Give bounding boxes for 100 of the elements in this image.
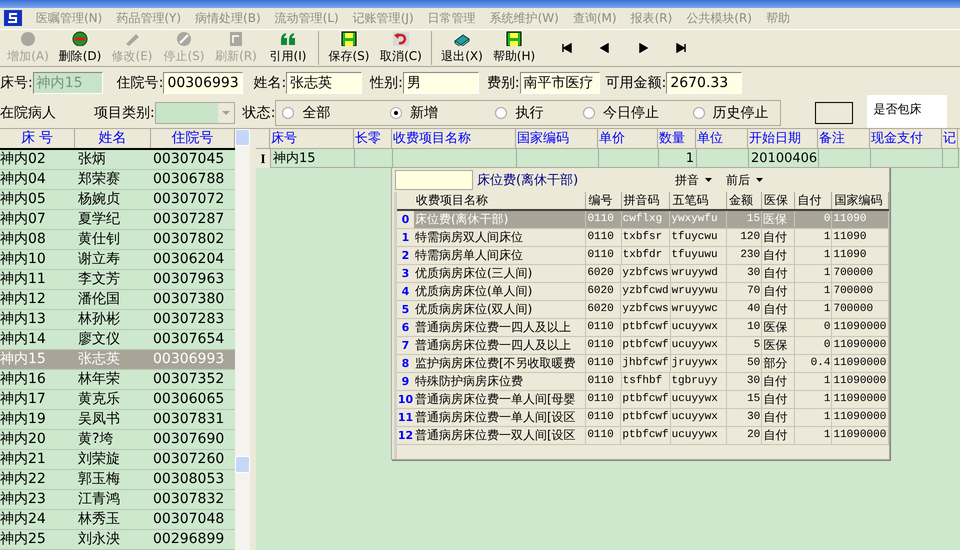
column-header[interactable]: 拼音码 xyxy=(622,192,670,210)
radio-button[interactable] xyxy=(692,107,705,120)
radio-button[interactable] xyxy=(282,107,294,120)
item-row[interactable]: 1 特需病房双人间床位 0110 txbfsr tfuycwu 120 自付 1 11090 xyxy=(397,229,889,248)
patient-row[interactable]: 神内17 黄克乐 00306065 xyxy=(0,390,235,410)
patient-row[interactable]: 神内02 张炳 00307045 xyxy=(0,150,235,170)
column-header[interactable]: 医保 xyxy=(762,192,796,210)
patient-row[interactable]: 神内25 刘永泱 00296899 xyxy=(0,530,235,550)
column-header[interactable]: 床 号 xyxy=(0,129,75,148)
item-row[interactable]: 2 特需病房单人间床位 0110 txbfdr tfuyuwu 230 自付 1 11090 xyxy=(397,247,889,266)
column-header[interactable]: 金额 xyxy=(726,192,762,210)
patient-row[interactable]: 神内05 杨婉贞 00307072 xyxy=(0,190,235,210)
radio-label[interactable]: 执行 xyxy=(515,104,544,122)
caret-icon xyxy=(705,178,712,182)
patient-row[interactable]: 神内04 郑荣赛 00306788 xyxy=(0,170,235,190)
toolbar-button[interactable]: 取消(C) xyxy=(375,31,427,66)
scroll-up-button[interactable] xyxy=(235,129,250,146)
field-label: 住院号: xyxy=(116,74,164,92)
patient-row[interactable]: 神内07 夏学纪 00307287 xyxy=(0,210,235,230)
text-field[interactable]: 男 xyxy=(402,72,479,94)
sort-dropdown[interactable]: 前后 xyxy=(720,172,769,189)
item-row[interactable]: 3 优质病房床位(三人间) 6020 yzbfcws wruyywd 30 自付 1 700000 xyxy=(397,265,889,284)
field-label: 项目类别: xyxy=(94,104,155,122)
column-header[interactable]: 国家编码 xyxy=(516,129,598,148)
column-header[interactable]: 收费项目名称 xyxy=(392,129,516,148)
scrollbar[interactable] xyxy=(235,129,250,550)
caret-icon xyxy=(218,103,234,124)
app-logo-icon xyxy=(4,10,22,26)
column-header[interactable]: 国家编码 xyxy=(832,192,889,210)
column-header[interactable]: 编号 xyxy=(586,192,622,210)
item-row[interactable]: 8 监护病房床位费[不另收取暖费 0110 jhbfcwf jruyywx 50 部分 0.4 11090000 xyxy=(397,355,889,374)
bed-pack-box[interactable] xyxy=(815,102,854,124)
radio-button[interactable] xyxy=(495,107,508,120)
column-header[interactable]: 记 xyxy=(942,129,958,148)
scroll-thumb[interactable] xyxy=(235,456,250,474)
item-row[interactable]: 5 优质病房床位(双人间) 6020 yzbfcws wruyywc 40 自付 1 700000 xyxy=(397,301,889,320)
text-field[interactable]: 00306993 xyxy=(163,72,244,94)
column-header[interactable]: 姓名 xyxy=(75,129,151,148)
field-label: 可用金额: xyxy=(606,74,666,92)
toolbar-button[interactable]: 删除(D) xyxy=(54,31,106,66)
patient-row[interactable]: 神内12 潘伦国 00307380 xyxy=(0,290,235,310)
column-header[interactable]: 现金支付 xyxy=(870,129,942,148)
sort-dropdown[interactable]: 拼音 xyxy=(669,172,718,189)
refresh-icon xyxy=(227,31,245,46)
patient-row[interactable]: 神内16 林年荣 00307352 xyxy=(0,370,235,390)
patient-row[interactable]: 神内08 黄仕钊 00307802 xyxy=(0,230,235,250)
column-header[interactable]: 备注 xyxy=(818,129,870,148)
column-header[interactable]: 单价 xyxy=(598,129,658,148)
item-row[interactable]: 7 普通病房床位费一四人及以上 0110 ptbfcwf ucuyywx 5 医保 0 11090000 xyxy=(397,337,889,356)
toolbar-button[interactable]: 帮助(H) xyxy=(488,31,540,66)
radio-label[interactable]: 全部 xyxy=(302,104,330,122)
text-field[interactable]: 南平市医疗 xyxy=(520,72,600,94)
column-header[interactable]: 开始日期 xyxy=(748,129,818,148)
column-header[interactable]: 自付 xyxy=(795,192,832,210)
column-header[interactable]: 收费项目名称 xyxy=(414,192,586,210)
last-record-icon xyxy=(676,43,686,54)
row-marker: I xyxy=(256,149,271,168)
first-record-icon xyxy=(562,43,572,54)
item-row[interactable]: 12 普通病房床位费一双人间[设区 0110 ptbfcwf ucuyywx 20 自付 1 11090000 xyxy=(397,427,889,446)
field-label: 性别: xyxy=(370,74,403,92)
current-item-label: 床位费(离休干部) xyxy=(476,172,580,190)
column-header[interactable]: 数量 xyxy=(658,129,696,148)
patient-row[interactable]: 神内21 刘荣旋 00307260 xyxy=(0,450,235,470)
item-row[interactable]: 0 床位费(离休干部) 0110 cwflxg ywxywfu 15 医保 0 11090 xyxy=(397,211,889,230)
item-row[interactable]: 11 普通病房床位费一单人间[设区 0110 ptbfcwf ucuyywx 30 自付 1 11090000 xyxy=(397,409,889,428)
column-header[interactable]: 床号 xyxy=(270,129,354,148)
section-label: 在院病人 xyxy=(0,104,56,122)
column-header[interactable]: 五笔码 xyxy=(670,192,727,210)
item-row[interactable]: 6 普通病房床位费一四人及以上 0110 ptbfcwf ucuyywx 10 医保 0 11090000 xyxy=(397,319,889,338)
table-cell: 神内15 xyxy=(271,149,355,168)
patient-row[interactable]: 神内11 李文芳 00307963 xyxy=(0,270,235,290)
patient-row[interactable]: 神内22 郭玉梅 00308053 xyxy=(0,470,235,490)
item-row[interactable]: 9 特殊防护病房床位费 0110 tsfhbf tgbruyy 30 自付 1 11090000 xyxy=(397,373,889,392)
text-field[interactable]: 张志英 xyxy=(286,72,362,94)
item-row[interactable]: 4 优质病房床位(单人间) 6020 yzbfcwd wruyywu 70 自付 1 700000 xyxy=(397,283,889,302)
toolbar-button[interactable]: 退出(X) xyxy=(436,31,488,66)
patient-row[interactable]: 神内19 吴凤书 00307831 xyxy=(0,410,235,430)
field-label: 费别: xyxy=(486,74,520,92)
category-dropdown[interactable] xyxy=(154,102,235,124)
stop-icon xyxy=(175,31,193,46)
column-header[interactable]: 长零 xyxy=(354,129,392,148)
circle-icon xyxy=(19,31,37,46)
toolbar-button[interactable]: 引用(I) xyxy=(262,31,314,66)
search-field[interactable] xyxy=(395,170,473,190)
radio-label[interactable]: 新增 xyxy=(410,104,438,122)
patient-row[interactable]: 神内13 林孙彬 00307283 xyxy=(0,310,235,330)
patient-row[interactable]: 神内10 谢立寿 00306204 xyxy=(0,250,235,270)
radio-label[interactable]: 今日停止 xyxy=(603,104,660,122)
patient-row[interactable]: 神内20 黄?垮 00307690 xyxy=(0,430,235,450)
patient-row[interactable]: 神内24 林秀玉 00307048 xyxy=(0,510,235,530)
column-header[interactable]: 单位 xyxy=(696,129,748,148)
radio-label[interactable]: 历史停止 xyxy=(712,104,769,122)
patient-row[interactable]: 神内23 江青鸿 00307832 xyxy=(0,490,235,510)
minus-icon xyxy=(71,31,89,46)
toolbar-button[interactable]: 保存(S) xyxy=(323,31,375,66)
text-field[interactable]: 2670.33 xyxy=(666,72,742,94)
previous-record-icon xyxy=(600,43,610,54)
field-label: 状态: xyxy=(242,104,276,122)
radio-button[interactable] xyxy=(583,107,596,120)
item-row[interactable]: 10普通病房床位费一单人间[母婴 0110 ptbfcwf ucuyywx 15 自付 1 11090000 xyxy=(397,391,889,410)
